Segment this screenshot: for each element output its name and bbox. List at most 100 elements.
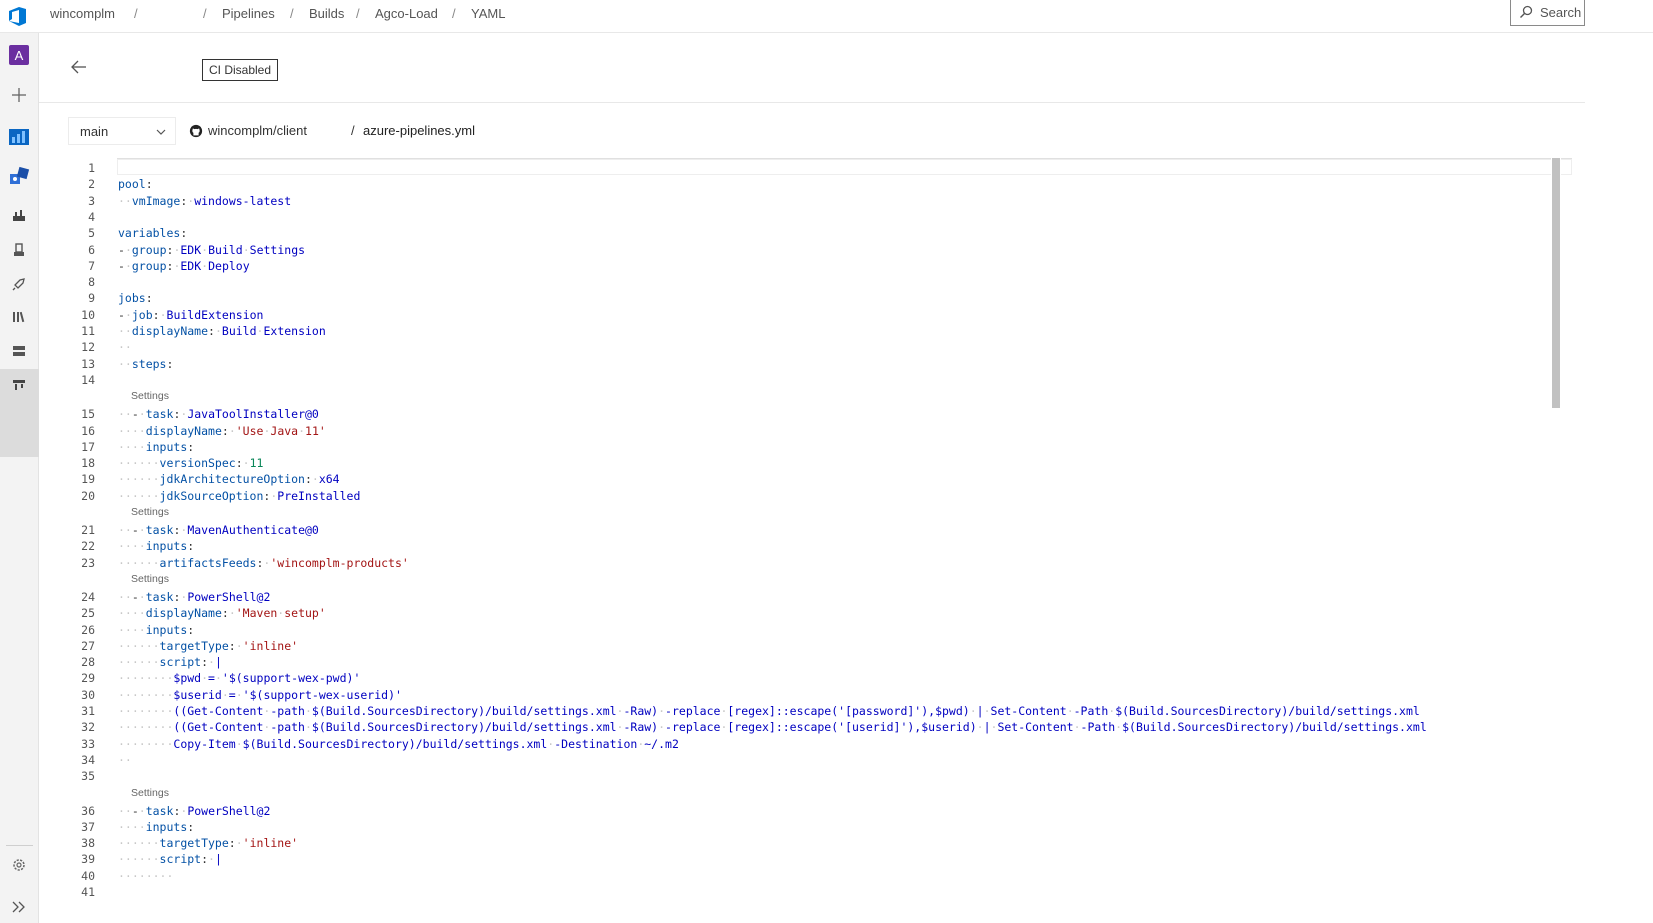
line-number: 38 <box>81 836 95 851</box>
line-number: 23 <box>81 555 95 570</box>
line-number: 24 <box>81 589 95 604</box>
project-settings-button[interactable] <box>5 851 33 879</box>
code-line: 37 ····inputs: <box>39 819 1579 836</box>
boards-icon <box>9 129 29 145</box>
yaml-editor[interactable]: 1 2 pool: 3 ··vmImage:·windows-latest 4 5 varia… <box>39 158 1585 923</box>
file-name: azure-pipelines.yml <box>363 123 475 138</box>
line-number: 20 <box>81 488 95 503</box>
azure-devops-logo-icon[interactable] <box>6 4 30 28</box>
line-number: 15 <box>81 407 95 422</box>
code-text: jobs: <box>118 291 153 306</box>
search-box[interactable]: Search <box>1510 0 1585 26</box>
library-icon <box>13 311 25 323</box>
rail-divider <box>6 845 33 846</box>
repository-link[interactable]: wincomplm/client <box>189 123 307 138</box>
code-text: ······jdkArchitectureOption:·x64 <box>118 472 340 487</box>
nav-repos[interactable] <box>5 163 33 191</box>
code-text: ··steps: <box>118 356 174 371</box>
code-text: -·group:·EDK·Deploy <box>118 258 250 273</box>
codelens-settings-link[interactable]: Settings <box>131 786 169 800</box>
code-text: ····inputs: <box>118 439 195 454</box>
nav-releases[interactable] <box>5 270 33 298</box>
code-text: ··-·task:·JavaToolInstaller@0 <box>118 407 319 422</box>
line-number: 35 <box>81 769 95 784</box>
nav-deployment-groups[interactable] <box>5 371 33 399</box>
code-text: -·job:·BuildExtension <box>118 307 264 322</box>
codelens-settings-link[interactable]: Settings <box>131 389 169 403</box>
line-number: 6 <box>88 242 95 257</box>
search-icon <box>1520 5 1533 18</box>
github-icon <box>189 124 203 137</box>
line-number: 28 <box>81 655 95 670</box>
page-header: CI Disabled <box>39 33 1585 103</box>
code-text: ········$userid·=·'$(support-wex-userid)… <box>118 687 402 702</box>
line-number: 26 <box>81 622 95 637</box>
nav-boards[interactable] <box>5 123 33 151</box>
breadcrumb-separator: / <box>203 6 207 21</box>
line-number: 19 <box>81 472 95 487</box>
code-line: 32 ········((Get-Content·-path·$(Build.So… <box>39 719 1579 736</box>
code-line: 30 ········$userid·=·'$(support-wex-useri… <box>39 687 1579 704</box>
back-arrow-icon[interactable] <box>69 57 89 77</box>
nav-task-groups[interactable] <box>5 337 33 365</box>
line-number: 34 <box>81 752 95 767</box>
code-line: 41 <box>39 884 1579 901</box>
code-text: ······artifactsFeeds:·'wincomplm-product… <box>118 555 409 570</box>
add-button[interactable] <box>5 81 33 109</box>
double-chevron-right-icon <box>12 901 25 913</box>
code-line: 17 ····inputs: <box>39 439 1579 456</box>
code-line: 39 ······script:·| <box>39 851 1579 868</box>
code-text: ········((Get-Content·-path·$(Build.Sour… <box>118 720 1427 735</box>
codelens-settings-link[interactable]: Settings <box>131 572 169 586</box>
line-number: 40 <box>81 868 95 883</box>
rocket-icon <box>12 278 25 291</box>
breadcrumb-agco-load[interactable]: Agco-Load <box>375 6 438 21</box>
breadcrumb-yaml[interactable]: YAML <box>471 6 505 21</box>
line-number: 36 <box>81 803 95 818</box>
project-avatar[interactable]: A <box>5 41 33 69</box>
line-number: 4 <box>88 209 95 224</box>
nav-test-plans[interactable] <box>5 236 33 264</box>
nav-pipelines[interactable] <box>5 201 33 229</box>
line-number: 14 <box>81 372 95 387</box>
code-text: ··-·task:·PowerShell@2 <box>118 803 271 818</box>
breadcrumb-org[interactable]: wincomplm <box>50 6 115 21</box>
code-line: 2 pool: <box>39 176 1579 193</box>
code-line: 24 ··-·task:·PowerShell@2 <box>39 589 1579 606</box>
code-line: 28 ······script:·| <box>39 654 1579 671</box>
code-text: ······versionSpec:·11 <box>118 456 264 471</box>
breadcrumb-builds[interactable]: Builds <box>309 6 344 21</box>
code-text: ······script:·| <box>118 655 222 670</box>
code-text: pool: <box>118 177 153 192</box>
branch-dropdown[interactable]: main <box>68 117 176 145</box>
deployment-groups-icon <box>13 380 25 390</box>
code-line: 21 ··-·task:·MavenAuthenticate@0 <box>39 522 1579 539</box>
code-line: 6 -·group:·EDK·Build·Settings <box>39 242 1579 259</box>
line-number: 27 <box>81 638 95 653</box>
editor-scrollbar-thumb[interactable] <box>1552 158 1560 408</box>
code-line: 3 ··vmImage:·windows-latest <box>39 193 1579 210</box>
code-text: ··displayName:·Build·Extension <box>118 324 326 338</box>
breadcrumb-pipelines[interactable]: Pipelines <box>222 6 275 21</box>
code-line: 1 <box>39 160 1579 177</box>
line-number: 39 <box>81 852 95 867</box>
line-number: 3 <box>88 193 95 208</box>
left-navigation-rail: A <box>0 33 39 923</box>
code-text: ········Copy-Item·$(Build.SourcesDirecto… <box>118 736 679 751</box>
line-number: 29 <box>81 671 95 686</box>
line-number: 18 <box>81 456 95 471</box>
code-line: 38 ······targetType:·'inline' <box>39 835 1579 852</box>
code-line: 16 ····displayName:·'Use·Java·11' <box>39 423 1579 440</box>
code-line: 26 ····inputs: <box>39 622 1579 639</box>
code-line: 20 ······jdkSourceOption:·PreInstalled <box>39 488 1579 505</box>
expand-rail-button[interactable] <box>5 893 33 921</box>
code-text: ······jdkSourceOption:·PreInstalled <box>118 488 361 503</box>
line-number: 10 <box>81 307 95 322</box>
code-text: ··vmImage:·windows-latest <box>118 193 292 208</box>
codelens-settings-link[interactable]: Settings <box>131 505 169 519</box>
code-text: ······targetType:·'inline' <box>118 638 299 653</box>
nav-library[interactable] <box>5 303 33 331</box>
code-text: ··-·task:·PowerShell@2 <box>118 589 271 604</box>
avatar: A <box>9 45 29 65</box>
code-line: 15 ··-·task:·JavaToolInstaller@0 <box>39 406 1579 423</box>
